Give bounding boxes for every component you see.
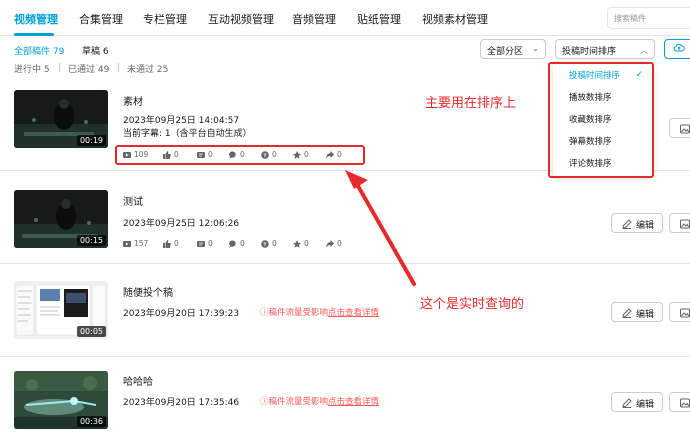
annotation-arrow [345,170,416,286]
